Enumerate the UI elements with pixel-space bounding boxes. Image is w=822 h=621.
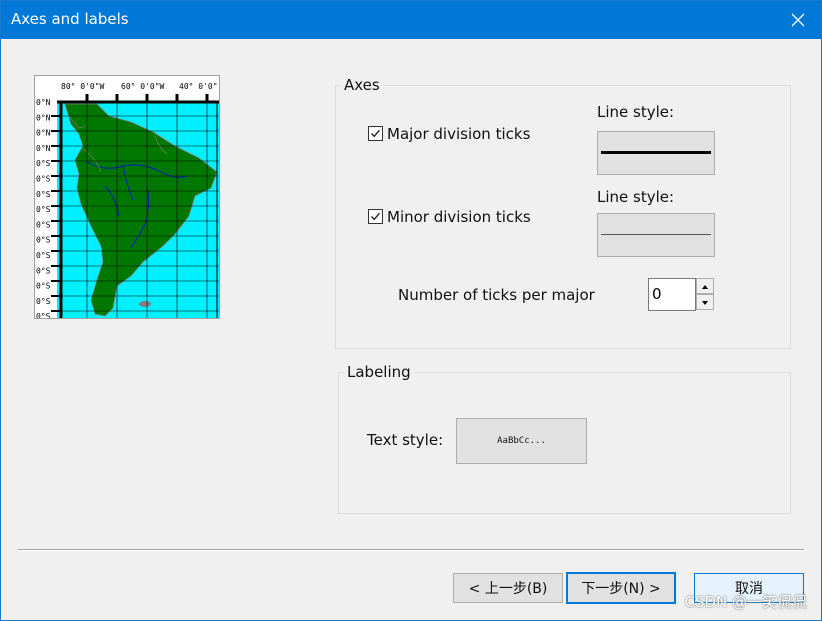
text-style-swatch[interactable]: AaBbCc... <box>456 418 587 464</box>
axes-and-labels-dialog: Axes and labels 80° 0'0"W 60° 0'0"W 40° … <box>0 0 822 621</box>
minor-line-style-label: Line style: <box>597 188 675 206</box>
map-left-tick-label: 0°S <box>36 312 51 318</box>
ticks-per-major-input[interactable]: 0 <box>648 278 696 311</box>
checkmark-icon <box>370 212 381 221</box>
major-ticks-label[interactable]: Major division ticks <box>387 125 530 143</box>
ticks-per-major-label: Number of ticks per major <box>398 286 595 304</box>
checkmark-icon <box>370 129 381 138</box>
map-preview-image: 80° 0'0"W 60° 0'0"W 40° 0'0" 0°N 0°N 0°N 0°N 0… <box>35 76 219 318</box>
title-bar: Axes and labels <box>1 1 821 39</box>
axes-group-legend: Axes <box>341 76 383 94</box>
major-line-style-swatch[interactable] <box>597 131 715 175</box>
triangle-up-icon <box>702 285 708 289</box>
map-left-tick-label: 0°S <box>36 190 51 199</box>
map-left-tick-label: 0°S <box>36 205 51 214</box>
window-title: Axes and labels <box>11 10 129 28</box>
text-style-label: Text style: <box>367 431 444 449</box>
map-left-tick-label: 0°S <box>36 159 51 168</box>
map-left-tick-label: 0°S <box>36 251 51 260</box>
ticks-per-major-stepper <box>696 278 714 310</box>
map-top-tick-label: 80° 0'0"W <box>61 82 105 91</box>
map-left-tick-label: 0°N <box>36 98 51 107</box>
map-left-tick-label: 0°S <box>36 175 51 184</box>
triangle-down-icon <box>702 301 708 305</box>
watermark: CSDN @一笑侃侃 <box>684 593 807 611</box>
next-button[interactable]: 下一步(N) > <box>566 572 676 604</box>
spin-down-button[interactable] <box>696 294 714 310</box>
minor-line-sample <box>601 234 711 235</box>
spin-up-button[interactable] <box>696 278 714 294</box>
map-top-tick-label: 40° 0'0" <box>179 82 218 91</box>
minor-ticks-label[interactable]: Minor division ticks <box>387 208 531 226</box>
text-style-sample: AaBbCc... <box>497 436 546 446</box>
map-left-tick-label: 0°S <box>36 220 51 229</box>
major-line-sample <box>601 151 711 154</box>
close-button[interactable] <box>775 1 821 39</box>
map-top-tick-label: 60° 0'0"W <box>121 82 165 91</box>
map-preview: 80° 0'0"W 60° 0'0"W 40° 0'0" 0°N 0°N 0°N 0°N 0… <box>34 75 220 319</box>
minor-ticks-checkbox[interactable] <box>368 209 383 224</box>
map-left-tick-label: 0°N <box>36 113 51 122</box>
map-left-tick-label: 0°S <box>36 282 51 291</box>
map-left-tick-label: 0°S <box>36 297 51 306</box>
map-left-tick-label: 0°N <box>36 129 51 138</box>
labeling-group-legend: Labeling <box>344 363 414 381</box>
footer-separator <box>18 549 804 551</box>
major-line-style-label: Line style: <box>597 103 675 121</box>
close-icon <box>791 13 805 27</box>
map-left-tick-label: 0°S <box>36 236 51 245</box>
back-button[interactable]: < 上一步(B) <box>453 573 563 603</box>
minor-line-style-swatch[interactable] <box>597 213 715 257</box>
major-ticks-checkbox[interactable] <box>368 126 383 141</box>
map-left-tick-label: 0°S <box>36 266 51 275</box>
map-left-tick-label: 0°N <box>36 144 51 153</box>
